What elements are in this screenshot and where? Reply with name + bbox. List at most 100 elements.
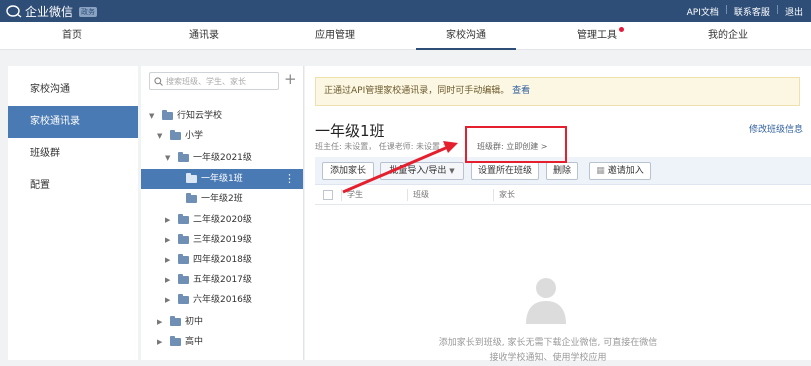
- delete-button[interactable]: 删除: [546, 162, 578, 180]
- tree-node-senior[interactable]: ▶ 高中: [141, 332, 303, 352]
- collapsed-icon[interactable]: ▶: [165, 250, 170, 270]
- tree-node-class1[interactable]: 一年级1班 ⋮: [141, 169, 303, 189]
- tree-node-primary[interactable]: ▼ 小学: [141, 126, 303, 146]
- app-badge: 政务: [79, 6, 98, 17]
- divider: [407, 189, 408, 201]
- column-student: 学生: [347, 190, 363, 199]
- divider: [341, 189, 342, 201]
- sidebar-item-settings[interactable]: 配置: [8, 170, 138, 202]
- table-header: 学生 班级 家长: [315, 185, 811, 205]
- tree-node-label: 初中: [185, 317, 204, 327]
- sidebar-item-home-school[interactable]: 家校沟通: [8, 74, 138, 106]
- column-class: 班级: [413, 190, 429, 199]
- folder-icon: [186, 193, 197, 203]
- tree-node-label: 六年级2016级: [193, 295, 252, 305]
- divider: |: [724, 5, 728, 15]
- empty-line-2: 接收学校通知、使用学校应用: [489, 353, 607, 363]
- tree-node-grade3[interactable]: ▶ 三年级2019级: [141, 230, 303, 250]
- collapsed-icon[interactable]: ▶: [165, 210, 170, 230]
- notification-dot: [619, 27, 624, 32]
- sidebar-item-directory[interactable]: 家校通讯录: [8, 106, 138, 138]
- notice-view-link[interactable]: 查看: [512, 86, 530, 96]
- nav-home-school[interactable]: 家校沟通: [416, 22, 516, 50]
- batch-button-label: 批量导入/导出: [389, 166, 447, 176]
- tree-node-label: 一年级2班: [201, 194, 243, 204]
- expanded-icon[interactable]: ▼: [149, 106, 154, 126]
- invite-button-label: 邀请加入: [607, 166, 644, 176]
- tree-node-label: 高中: [185, 337, 204, 347]
- search-icon: [154, 76, 163, 86]
- divider: |: [775, 5, 779, 15]
- grid-icon: ▦: [596, 166, 605, 176]
- empty-line-1: 添加家长到班级, 家长无需下载企业微信, 可直接在微信: [438, 338, 658, 348]
- tree-node-label: 二年级2020级: [193, 215, 252, 225]
- select-all-checkbox[interactable]: [323, 190, 333, 200]
- edit-class-link[interactable]: 修改班级信息: [749, 122, 803, 135]
- support-link[interactable]: 联系客服: [734, 5, 770, 18]
- tree-node-junior[interactable]: ▶ 初中: [141, 312, 303, 332]
- nav-management-tools[interactable]: 管理工具: [547, 22, 647, 50]
- tree-node-label: 行知云学校: [177, 111, 223, 121]
- folder-icon: [178, 214, 189, 224]
- top-links: API文档 | 联系客服 | 退出: [687, 5, 803, 18]
- expanded-icon[interactable]: ▼: [165, 148, 170, 168]
- tree-node-label: 四年级2018级: [193, 255, 252, 265]
- search-box[interactable]: [149, 72, 279, 90]
- logout-link[interactable]: 退出: [785, 5, 803, 18]
- teacher-info[interactable]: 班主任: 未设置， 任课老师: 未设置 >: [315, 141, 449, 152]
- tree-node-label: 小学: [185, 131, 204, 141]
- top-bar: 企业微信 政务 API文档 | 联系客服 | 退出: [0, 0, 811, 22]
- tree-node-grade4[interactable]: ▶ 四年级2018级: [141, 250, 303, 270]
- search-input[interactable]: [166, 76, 276, 86]
- collapsed-icon[interactable]: ▶: [165, 230, 170, 250]
- column-parent: 家长: [499, 190, 515, 199]
- nav-app-management[interactable]: 应用管理: [285, 22, 385, 50]
- expanded-icon[interactable]: ▼: [157, 126, 162, 146]
- empty-user-icon: [526, 278, 566, 324]
- folder-icon: [162, 110, 173, 120]
- add-parent-button[interactable]: 添加家长: [322, 162, 374, 180]
- tree-node-label: 三年级2019级: [193, 235, 252, 245]
- tree-node-grade6[interactable]: ▶ 六年级2016级: [141, 290, 303, 310]
- collapsed-icon[interactable]: ▶: [157, 312, 162, 332]
- sidebar: 家校沟通 家校通讯录 班级群 配置: [8, 66, 138, 360]
- sidebar-item-class-groups[interactable]: 班级群: [8, 138, 138, 170]
- folder-icon: [186, 173, 197, 183]
- api-doc-link[interactable]: API文档: [687, 5, 719, 18]
- tree-node-grade5[interactable]: ▶ 五年级2017级: [141, 270, 303, 290]
- folder-icon: [170, 336, 181, 346]
- main-nav: 首页 通讯录 应用管理 家校沟通 管理工具 我的企业: [0, 22, 811, 50]
- class-detail-panel: 正通过API管理家校通讯录，同时可手动编辑。 查看 一年级1班 修改班级信息 班…: [305, 66, 811, 363]
- tree-node-label: 一年级2021级: [193, 153, 252, 163]
- page-title: 一年级1班: [315, 122, 385, 140]
- collapsed-icon[interactable]: ▶: [157, 332, 162, 352]
- batch-import-export-button[interactable]: 批量导入/导出 ▼: [380, 162, 464, 180]
- invite-button[interactable]: ▦ 邀请加入: [589, 162, 651, 180]
- app-name: 企业微信: [25, 5, 74, 19]
- folder-icon: [170, 130, 181, 140]
- notice-text: 正通过API管理家校通讯录，同时可手动编辑。: [324, 86, 510, 96]
- tree-node-grade1[interactable]: ▼ 一年级2021级: [141, 148, 303, 168]
- divider: [493, 189, 494, 201]
- tree-node-school[interactable]: ▼ 行知云学校: [141, 106, 303, 126]
- dropdown-icon: ▼: [449, 167, 455, 175]
- more-options-icon[interactable]: ⋮: [284, 169, 295, 189]
- folder-icon: [170, 316, 181, 326]
- folder-icon: [178, 294, 189, 304]
- highlight-box: [465, 126, 567, 163]
- collapsed-icon[interactable]: ▶: [165, 290, 170, 310]
- nav-contacts[interactable]: 通讯录: [154, 22, 254, 50]
- folder-icon: [178, 152, 189, 162]
- collapsed-icon[interactable]: ▶: [165, 270, 170, 290]
- nav-home[interactable]: 首页: [22, 22, 122, 50]
- api-notice: 正通过API管理家校通讯录，同时可手动编辑。 查看: [315, 77, 800, 106]
- app-logo[interactable]: 企业微信 政务: [6, 3, 98, 20]
- empty-state-text: 添加家长到班级, 家长无需下载企业微信, 可直接在微信 接收学校通知、使用学校应…: [315, 336, 781, 366]
- tree-node-grade2[interactable]: ▶ 二年级2020级: [141, 210, 303, 230]
- tree-node-class2[interactable]: 一年级2班: [141, 189, 303, 209]
- nav-my-enterprise[interactable]: 我的企业: [678, 22, 778, 50]
- add-icon[interactable]: +: [284, 70, 297, 88]
- set-class-button[interactable]: 设置所在班级: [471, 162, 539, 180]
- tree-node-label: 五年级2017级: [193, 275, 252, 285]
- class-tree-panel: + ▼ 行知云学校 ▼ 小学 ▼ 一年级2021级 一年级1班 ⋮ 一年级2班 …: [141, 66, 304, 360]
